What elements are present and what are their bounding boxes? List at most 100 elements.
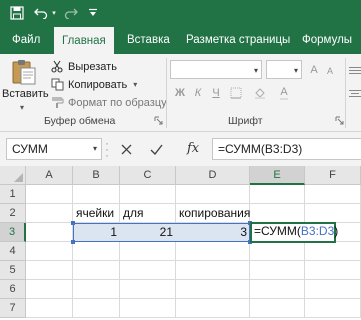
cell-a1[interactable] — [26, 185, 73, 204]
copy-dropdown-icon[interactable]: ▾ — [133, 80, 137, 89]
cut-label: Вырезать — [68, 60, 117, 73]
cell-d2[interactable]: копирования — [176, 204, 250, 223]
undo-dropdown-icon[interactable]: ▾ — [50, 6, 58, 20]
cell-b6[interactable] — [73, 280, 120, 299]
column-header-b[interactable]: B — [73, 166, 120, 185]
cell-f2[interactable] — [305, 204, 361, 223]
font-color-icon[interactable]: A — [276, 85, 292, 101]
bold-icon[interactable]: Ж — [172, 85, 188, 101]
copy-button[interactable]: Копировать ▾ — [50, 76, 137, 93]
column-header-c[interactable]: C — [120, 166, 176, 185]
cell-b7[interactable] — [73, 299, 120, 318]
enter-icon[interactable] — [148, 141, 164, 157]
align-top-icon[interactable] — [346, 62, 361, 78]
row-header-4[interactable]: 4 — [0, 242, 26, 261]
customize-arrow-icon[interactable] — [85, 6, 101, 20]
cell-c4[interactable] — [120, 242, 176, 261]
format-painter-button[interactable]: Формат по образцу — [50, 94, 167, 111]
cell-a2[interactable] — [26, 204, 73, 223]
cell-f7[interactable] — [305, 299, 361, 318]
cell-a5[interactable] — [26, 261, 73, 280]
tab-page-layout[interactable]: Разметка страницы — [186, 27, 290, 54]
italic-icon[interactable]: К — [190, 85, 206, 101]
formula-bar: СУММ ▾ · · · fx =СУММ(B3:D3) — [0, 132, 361, 166]
cell-a4[interactable] — [26, 242, 73, 261]
column-header-d[interactable]: D — [176, 166, 250, 185]
paste-icon — [12, 60, 36, 85]
tab-file[interactable]: Файл — [12, 27, 40, 54]
fill-color-icon[interactable] — [252, 85, 268, 101]
align-left-icon[interactable] — [346, 85, 361, 101]
paste-label: Вставить — [2, 88, 49, 100]
decrease-font-icon[interactable]: A — [322, 63, 338, 79]
paste-dropdown-icon[interactable]: ▾ — [20, 103, 24, 112]
cell-b1[interactable] — [73, 185, 120, 204]
cell-b3[interactable]: 1 — [73, 223, 120, 242]
cell-e5[interactable] — [250, 261, 305, 280]
cell-b2[interactable]: ячейки — [73, 204, 120, 223]
underline-icon[interactable]: Ч — [208, 85, 224, 101]
redo-icon[interactable] — [63, 6, 79, 20]
cell-a7[interactable] — [26, 299, 73, 318]
cell-e7[interactable] — [250, 299, 305, 318]
cell-b4[interactable] — [73, 242, 120, 261]
font-launcher-icon[interactable] — [335, 116, 344, 125]
formula-range-ref: B3:D3 — [300, 224, 335, 238]
cell-d7[interactable] — [176, 299, 250, 318]
cell-f1[interactable] — [305, 185, 361, 204]
clipboard-launcher-icon[interactable] — [154, 116, 163, 125]
cell-d1[interactable] — [176, 185, 250, 204]
row-header-2[interactable]: 2 — [0, 204, 26, 223]
borders-icon[interactable] — [228, 85, 244, 101]
cancel-icon[interactable] — [118, 141, 134, 157]
select-all-button[interactable] — [0, 166, 26, 185]
paste-button[interactable]: Вставить ▾ — [2, 56, 49, 114]
tab-home[interactable]: Главная — [54, 27, 114, 54]
ribbon: Вставить ▾ Вырезать Копировать ▾ Формат … — [0, 54, 361, 132]
row-header-7[interactable]: 7 — [0, 299, 26, 318]
name-box[interactable]: СУММ ▾ — [6, 138, 102, 160]
column-header-a[interactable]: A — [26, 166, 73, 185]
cut-button[interactable]: Вырезать — [50, 58, 117, 75]
cell-c3[interactable]: 21 — [120, 223, 176, 242]
group-separator — [166, 58, 167, 128]
cell-f4[interactable] — [305, 242, 361, 261]
cell-b5[interactable] — [73, 261, 120, 280]
cell-c6[interactable] — [120, 280, 176, 299]
column-header-f[interactable]: F — [305, 166, 361, 185]
cell-c1[interactable] — [120, 185, 176, 204]
insert-function-button[interactable]: fx — [187, 141, 199, 156]
row-header-1[interactable]: 1 — [0, 185, 26, 204]
increase-font-icon[interactable]: A — [306, 62, 322, 78]
row-header-5[interactable]: 5 — [0, 261, 26, 280]
undo-icon[interactable] — [33, 6, 49, 20]
cell-e1[interactable] — [250, 185, 305, 204]
cell-e6[interactable] — [250, 280, 305, 299]
row-header-6[interactable]: 6 — [0, 280, 26, 299]
save-icon[interactable] — [9, 6, 25, 20]
cell-a6[interactable] — [26, 280, 73, 299]
cell-d6[interactable] — [176, 280, 250, 299]
column-header-e[interactable]: E — [250, 166, 305, 185]
cell-d5[interactable] — [176, 261, 250, 280]
spreadsheet-grid: A B C D E F 1 2 3 4 5 6 7 1 21 3 ячейки … — [0, 166, 361, 320]
cell-f6[interactable] — [305, 280, 361, 299]
cell-a3[interactable] — [26, 223, 73, 242]
cell-e2[interactable] — [250, 204, 305, 223]
cell-c2[interactable]: для — [120, 204, 176, 223]
cell-f5[interactable] — [305, 261, 361, 280]
active-cell-e3[interactable]: =СУММ(B3:D3) — [250, 222, 338, 243]
tab-formulas[interactable]: Формулы — [302, 27, 352, 54]
cell-e4[interactable] — [250, 242, 305, 261]
tab-insert[interactable]: Вставка — [127, 27, 170, 54]
resize-handle-icon[interactable]: · · · — [105, 137, 109, 161]
cell-c7[interactable] — [120, 299, 176, 318]
cell-d4[interactable] — [176, 242, 250, 261]
name-box-value: СУММ — [12, 142, 48, 156]
formula-input[interactable]: =СУММ(B3:D3) — [212, 138, 361, 160]
row-header-3[interactable]: 3 — [0, 223, 26, 242]
font-size-select[interactable]: ▾ — [266, 60, 302, 79]
cell-c5[interactable] — [120, 261, 176, 280]
cell-d3[interactable]: 3 — [176, 223, 250, 242]
font-name-select[interactable]: ▾ — [170, 60, 262, 79]
